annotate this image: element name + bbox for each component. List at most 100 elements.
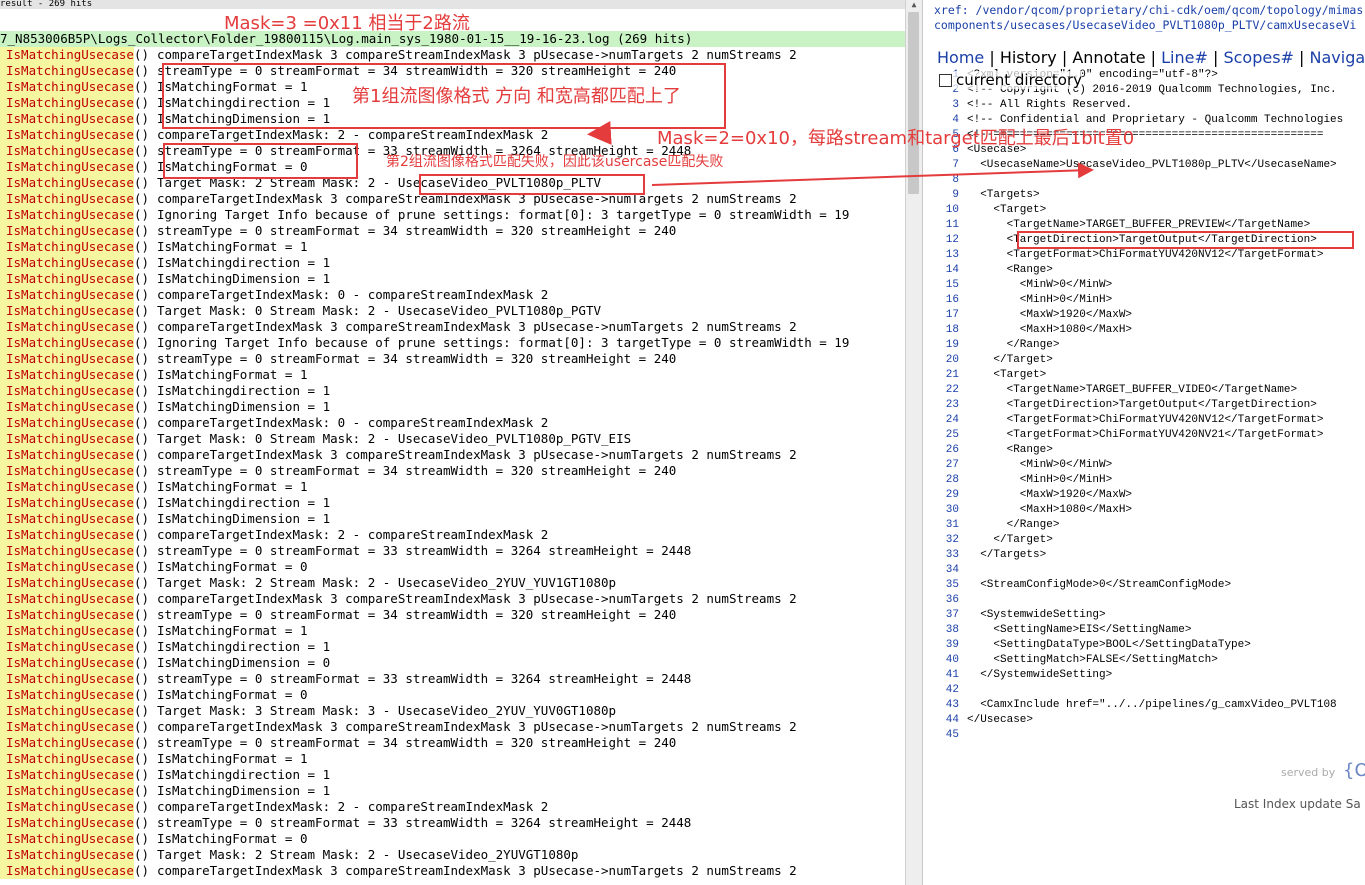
line-number[interactable]: 3 — [929, 98, 967, 113]
line-number[interactable]: 28 — [929, 473, 967, 488]
opengrok-logo[interactable]: {Op — [1343, 760, 1365, 781]
xref-line-1[interactable]: xref: /vendor/qcom/proprietary/chi-cdk/o… — [934, 3, 1363, 17]
line-number[interactable]: 11 — [929, 218, 967, 233]
log-line[interactable]: IsMatchingUsecase() Target Mask: 0 Stream… — [0, 431, 905, 447]
line-number[interactable]: 27 — [929, 458, 967, 473]
xref-line-2[interactable]: components/usecases/UsecaseVideo_PVLT108… — [934, 18, 1356, 32]
current-directory-checkbox[interactable] — [939, 73, 952, 87]
log-line[interactable]: IsMatchingUsecase() streamType = 0 stream… — [0, 671, 905, 687]
line-number[interactable]: 7 — [929, 158, 967, 173]
line-number[interactable]: 24 — [929, 413, 967, 428]
line-number[interactable]: 23 — [929, 398, 967, 413]
line-number[interactable]: 20 — [929, 353, 967, 368]
line-number[interactable]: 32 — [929, 533, 967, 548]
scrollbar-thumb[interactable] — [908, 12, 919, 194]
log-line[interactable]: IsMatchingUsecase() Target Mask: 0 Stream… — [0, 303, 905, 319]
current-directory-option[interactable]: current directory — [939, 71, 1082, 89]
line-number[interactable]: 38 — [929, 623, 967, 638]
line-number[interactable]: 36 — [929, 593, 967, 608]
log-line[interactable]: IsMatchingUsecase() Ignoring Target Info … — [0, 207, 905, 223]
line-number[interactable]: 44 — [929, 713, 967, 728]
line-number[interactable]: 31 — [929, 518, 967, 533]
log-line[interactable]: IsMatchingUsecase() IsMatchingdirection =… — [0, 639, 905, 655]
log-line[interactable]: IsMatchingUsecase() compareTargetIndexMas… — [0, 591, 905, 607]
line-number[interactable]: 42 — [929, 683, 967, 698]
line-number[interactable]: 19 — [929, 338, 967, 353]
line-number[interactable]: 35 — [929, 578, 967, 593]
line-number[interactable]: 22 — [929, 383, 967, 398]
log-line[interactable]: IsMatchingUsecase() Ignoring Target Info … — [0, 335, 905, 351]
log-line[interactable]: IsMatchingUsecase() IsMatchingFormat = 1 — [0, 367, 905, 383]
line-number[interactable]: 30 — [929, 503, 967, 518]
log-line[interactable]: IsMatchingUsecase() IsMatchingdirection =… — [0, 255, 905, 271]
log-line[interactable]: IsMatchingUsecase() streamType = 0 stream… — [0, 607, 905, 623]
log-line[interactable]: IsMatchingUsecase() IsMatchingFormat = 1 — [0, 623, 905, 639]
log-line[interactable]: IsMatchingUsecase() IsMatchingDimension =… — [0, 399, 905, 415]
log-line[interactable]: IsMatchingUsecase() compareTargetIndexMas… — [0, 47, 905, 63]
line-number[interactable]: 25 — [929, 428, 967, 443]
log-line[interactable]: IsMatchingUsecase() compareTargetIndexMas… — [0, 319, 905, 335]
line-number[interactable]: 45 — [929, 728, 967, 743]
line-number[interactable]: 9 — [929, 188, 967, 203]
code-line: 18 <MaxH>1080</MaxH> — [929, 323, 1365, 338]
log-line[interactable]: IsMatchingUsecase() streamType = 0 stream… — [0, 543, 905, 559]
log-line[interactable]: IsMatchingUsecase() streamType = 0 stream… — [0, 463, 905, 479]
log-line[interactable]: IsMatchingUsecase() IsMatchingFormat = 0 — [0, 831, 905, 847]
nav-home-link[interactable]: Home — [937, 48, 984, 67]
log-line[interactable]: IsMatchingUsecase() compareTargetIndexMas… — [0, 415, 905, 431]
log-line[interactable]: IsMatchingUsecase() IsMatchingDimension =… — [0, 511, 905, 527]
log-line[interactable]: IsMatchingUsecase() compareTargetIndexMas… — [0, 527, 905, 543]
log-line[interactable]: IsMatchingUsecase() IsMatchingdirection =… — [0, 767, 905, 783]
log-line[interactable]: IsMatchingUsecase() compareTargetIndexMas… — [0, 799, 905, 815]
line-number[interactable]: 40 — [929, 653, 967, 668]
line-number[interactable]: 13 — [929, 248, 967, 263]
log-line[interactable]: IsMatchingUsecase() Target Mask: 2 Stream… — [0, 575, 905, 591]
line-number[interactable]: 18 — [929, 323, 967, 338]
line-number[interactable]: 16 — [929, 293, 967, 308]
log-line[interactable]: IsMatchingUsecase() Target Mask: 3 Stream… — [0, 703, 905, 719]
log-line[interactable]: IsMatchingUsecase() IsMatchingFormat = 1 — [0, 751, 905, 767]
line-number[interactable]: 37 — [929, 608, 967, 623]
nav-history-link[interactable]: History — [1000, 48, 1057, 67]
log-line[interactable]: IsMatchingUsecase() IsMatchingFormat = 1 — [0, 239, 905, 255]
code-text: <MaxW>1920</MaxW> — [967, 489, 1133, 501]
nav-scopes-link[interactable]: Scopes# — [1223, 48, 1293, 67]
log-line[interactable]: IsMatchingUsecase() compareTargetIndexMas… — [0, 719, 905, 735]
nav-line-link[interactable]: Line# — [1161, 48, 1208, 67]
line-number[interactable]: 15 — [929, 278, 967, 293]
line-number[interactable]: 14 — [929, 263, 967, 278]
log-function-name: IsMatchingUsecase — [0, 767, 134, 783]
line-number[interactable]: 39 — [929, 638, 967, 653]
log-line[interactable]: IsMatchingUsecase() streamType = 0 stream… — [0, 351, 905, 367]
line-number[interactable]: 17 — [929, 308, 967, 323]
log-line[interactable]: IsMatchingUsecase() compareTargetIndexMas… — [0, 447, 905, 463]
log-line[interactable]: IsMatchingUsecase() IsMatchingDimension =… — [0, 655, 905, 671]
line-number[interactable]: 41 — [929, 668, 967, 683]
nav-navigate-link[interactable]: Navigate — [1310, 48, 1365, 67]
log-line[interactable]: IsMatchingUsecase() IsMatchingdirection =… — [0, 383, 905, 399]
line-number[interactable]: 8 — [929, 173, 967, 188]
line-number[interactable]: 21 — [929, 368, 967, 383]
log-function-name: IsMatchingUsecase — [0, 175, 134, 191]
line-number[interactable]: 33 — [929, 548, 967, 563]
scroll-up-icon[interactable]: ▲ — [906, 0, 922, 10]
log-line[interactable]: IsMatchingUsecase() streamType = 0 stream… — [0, 223, 905, 239]
line-number[interactable]: 26 — [929, 443, 967, 458]
log-line[interactable]: IsMatchingUsecase() IsMatchingFormat = 1 — [0, 479, 905, 495]
log-line[interactable]: IsMatchingUsecase() IsMatchingDimension =… — [0, 271, 905, 287]
line-number[interactable]: 43 — [929, 698, 967, 713]
log-line[interactable]: IsMatchingUsecase() streamType = 0 stream… — [0, 815, 905, 831]
log-line[interactable]: IsMatchingUsecase() IsMatchingDimension =… — [0, 783, 905, 799]
log-line[interactable]: IsMatchingUsecase() streamType = 0 stream… — [0, 735, 905, 751]
log-line[interactable]: IsMatchingUsecase() compareTargetIndexMas… — [0, 287, 905, 303]
line-number[interactable]: 10 — [929, 203, 967, 218]
log-line[interactable]: IsMatchingUsecase() IsMatchingdirection =… — [0, 495, 905, 511]
line-number[interactable]: 29 — [929, 488, 967, 503]
line-number[interactable]: 12 — [929, 233, 967, 248]
log-line[interactable]: IsMatchingUsecase() compareTargetIndexMas… — [0, 863, 905, 879]
log-line[interactable]: IsMatchingUsecase() IsMatchingFormat = 0 — [0, 559, 905, 575]
line-number[interactable]: 34 — [929, 563, 967, 578]
log-line[interactable]: IsMatchingUsecase() Target Mask: 2 Stream… — [0, 847, 905, 863]
log-line[interactable]: IsMatchingUsecase() IsMatchingFormat = 0 — [0, 687, 905, 703]
nav-annotate-link[interactable]: Annotate — [1072, 48, 1145, 67]
